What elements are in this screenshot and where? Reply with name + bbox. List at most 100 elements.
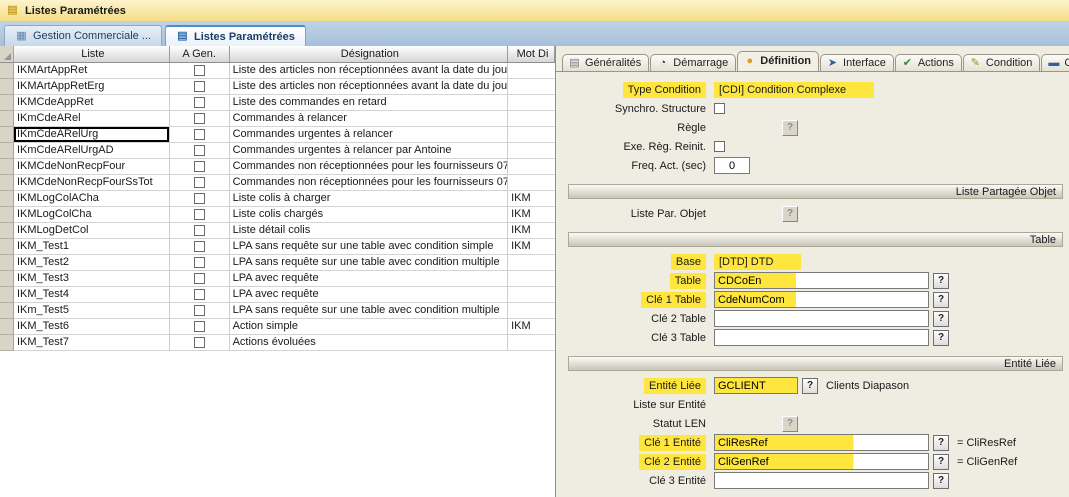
cell-mot[interactable] — [508, 143, 555, 159]
table-row[interactable]: IKMLogDetCol Liste détail colis IKM — [0, 223, 555, 239]
cell-liste[interactable]: IKMLogDetCol — [14, 223, 170, 239]
cell-liste[interactable]: IKM_Test4 — [14, 287, 170, 303]
table-row[interactable]: IKM_Test2 LPA sans requête sur une table… — [0, 255, 555, 271]
cell-agen[interactable] — [170, 191, 230, 207]
cell-designation[interactable]: LPA avec requête — [230, 287, 509, 303]
cle1-table-lookup-button[interactable]: ? — [933, 292, 949, 308]
cle1-table-input[interactable] — [714, 291, 929, 308]
a-gen-checkbox[interactable] — [194, 65, 205, 76]
detail-tab-demarrage[interactable]: Démarrage — [650, 54, 736, 72]
cell-designation[interactable]: Liste colis à charger — [230, 191, 509, 207]
cell-liste[interactable]: IKM_Test1 — [14, 239, 170, 255]
cle3-entite-input[interactable] — [714, 472, 929, 489]
cell-agen[interactable] — [170, 335, 230, 351]
a-gen-checkbox[interactable] — [194, 129, 205, 140]
cell-designation[interactable]: Commandes non réceptionnées pour les fou… — [230, 159, 509, 175]
row-selector[interactable] — [0, 111, 14, 127]
cell-mot[interactable] — [508, 335, 555, 351]
table-row[interactable]: IKMLogColACha Liste colis à charger IKM — [0, 191, 555, 207]
detail-tab-definition[interactable]: Définition — [737, 51, 819, 72]
cell-mot[interactable] — [508, 63, 555, 79]
cell-mot[interactable]: IKM — [508, 223, 555, 239]
a-gen-checkbox[interactable] — [194, 337, 205, 348]
cell-mot[interactable] — [508, 303, 555, 319]
a-gen-checkbox[interactable] — [194, 193, 205, 204]
cell-agen[interactable] — [170, 255, 230, 271]
table-row[interactable]: IKm_Test5 LPA sans requête sur une table… — [0, 303, 555, 319]
liste-par-objet-lookup-button[interactable]: ? — [782, 206, 798, 222]
cell-designation[interactable]: LPA sans requête sur une table avec cond… — [230, 303, 509, 319]
cell-agen[interactable] — [170, 223, 230, 239]
column-header-agen[interactable]: A Gen. — [170, 46, 230, 63]
cell-designation[interactable]: Action simple — [230, 319, 509, 335]
cle3-table-lookup-button[interactable]: ? — [933, 330, 949, 346]
row-selector[interactable] — [0, 79, 14, 95]
cell-liste[interactable]: IKM_Test2 — [14, 255, 170, 271]
cle2-entite-input[interactable] — [714, 453, 929, 470]
cle2-entite-lookup-button[interactable]: ? — [933, 454, 949, 470]
detail-tab-generalites[interactable]: Généralités — [562, 54, 649, 72]
cell-mot[interactable] — [508, 95, 555, 111]
row-selector[interactable] — [0, 191, 14, 207]
a-gen-checkbox[interactable] — [194, 225, 205, 236]
cell-designation[interactable]: Liste des articles non réceptionnées ava… — [230, 79, 509, 95]
cell-liste[interactable]: IKMArtAppRet — [14, 63, 170, 79]
cell-designation[interactable]: LPA sans requête sur une table avec cond… — [230, 239, 509, 255]
column-header-liste[interactable]: Liste — [14, 46, 170, 63]
cell-agen[interactable] — [170, 287, 230, 303]
cell-liste[interactable]: IKmCdeARelUrgAD — [14, 143, 170, 159]
cle2-table-input[interactable] — [714, 310, 929, 327]
row-selector[interactable] — [0, 63, 14, 79]
synchro-structure-checkbox[interactable] — [714, 103, 725, 114]
detail-tab-condition2[interactable]: Condi — [1041, 54, 1069, 72]
detail-tab-actions[interactable]: Actions — [895, 54, 962, 72]
cell-liste[interactable]: IKM_Test7 — [14, 335, 170, 351]
column-header-designation[interactable]: Désignation — [230, 46, 509, 63]
cle3-entite-lookup-button[interactable]: ? — [933, 473, 949, 489]
table-row[interactable]: IKMCdeAppRet Liste des commandes en reta… — [0, 95, 555, 111]
table-row[interactable]: IKM_Test1 LPA sans requête sur une table… — [0, 239, 555, 255]
cell-liste[interactable]: IKMLogColACha — [14, 191, 170, 207]
table-row[interactable]: IKM_Test4 LPA avec requête — [0, 287, 555, 303]
row-selector[interactable] — [0, 287, 14, 303]
a-gen-checkbox[interactable] — [194, 289, 205, 300]
cell-mot[interactable] — [508, 111, 555, 127]
cell-designation[interactable]: Commandes à relancer — [230, 111, 509, 127]
a-gen-checkbox[interactable] — [194, 241, 205, 252]
cell-agen[interactable] — [170, 111, 230, 127]
table-row[interactable]: IKMCdeNonRecpFourSsTot Commandes non réc… — [0, 175, 555, 191]
a-gen-checkbox[interactable] — [194, 273, 205, 284]
cell-liste[interactable]: IKmCdeARelUrg — [14, 127, 170, 143]
row-selector[interactable] — [0, 207, 14, 223]
cell-liste[interactable]: IKMCdeNonRecpFour — [14, 159, 170, 175]
table-row[interactable]: IKMArtAppRetErg Liste des articles non r… — [0, 79, 555, 95]
base-value[interactable]: [DTD] DTD — [714, 254, 801, 270]
cell-designation[interactable]: LPA sans requête sur une table avec cond… — [230, 255, 509, 271]
detail-tab-interface[interactable]: Interface — [820, 54, 894, 72]
row-selector[interactable] — [0, 239, 14, 255]
a-gen-checkbox[interactable] — [194, 113, 205, 124]
cell-designation[interactable]: LPA avec requête — [230, 271, 509, 287]
table-lookup-button[interactable]: ? — [933, 273, 949, 289]
cell-agen[interactable] — [170, 127, 230, 143]
a-gen-checkbox[interactable] — [194, 209, 205, 220]
cell-liste[interactable]: IKM_Test6 — [14, 319, 170, 335]
table-row[interactable]: IKM_Test7 Actions évoluées — [0, 335, 555, 351]
tab-gestion-commerciale[interactable]: Gestion Commerciale ... — [4, 25, 162, 46]
cell-liste[interactable]: IKMArtAppRetErg — [14, 79, 170, 95]
cell-agen[interactable] — [170, 159, 230, 175]
cle1-entite-lookup-button[interactable]: ? — [933, 435, 949, 451]
cell-agen[interactable] — [170, 271, 230, 287]
row-selector[interactable] — [0, 319, 14, 335]
cle3-table-input[interactable] — [714, 329, 929, 346]
grid-corner-cell[interactable] — [0, 46, 14, 63]
cle2-table-lookup-button[interactable]: ? — [933, 311, 949, 327]
cell-liste[interactable]: IKM_Test3 — [14, 271, 170, 287]
cell-designation[interactable]: Commandes urgentes à relancer par Antoin… — [230, 143, 509, 159]
cell-agen[interactable] — [170, 207, 230, 223]
exe-reg-reinit-checkbox[interactable] — [714, 141, 725, 152]
row-selector[interactable] — [0, 95, 14, 111]
a-gen-checkbox[interactable] — [194, 81, 205, 92]
cell-mot[interactable]: IKM — [508, 239, 555, 255]
row-selector[interactable] — [0, 175, 14, 191]
